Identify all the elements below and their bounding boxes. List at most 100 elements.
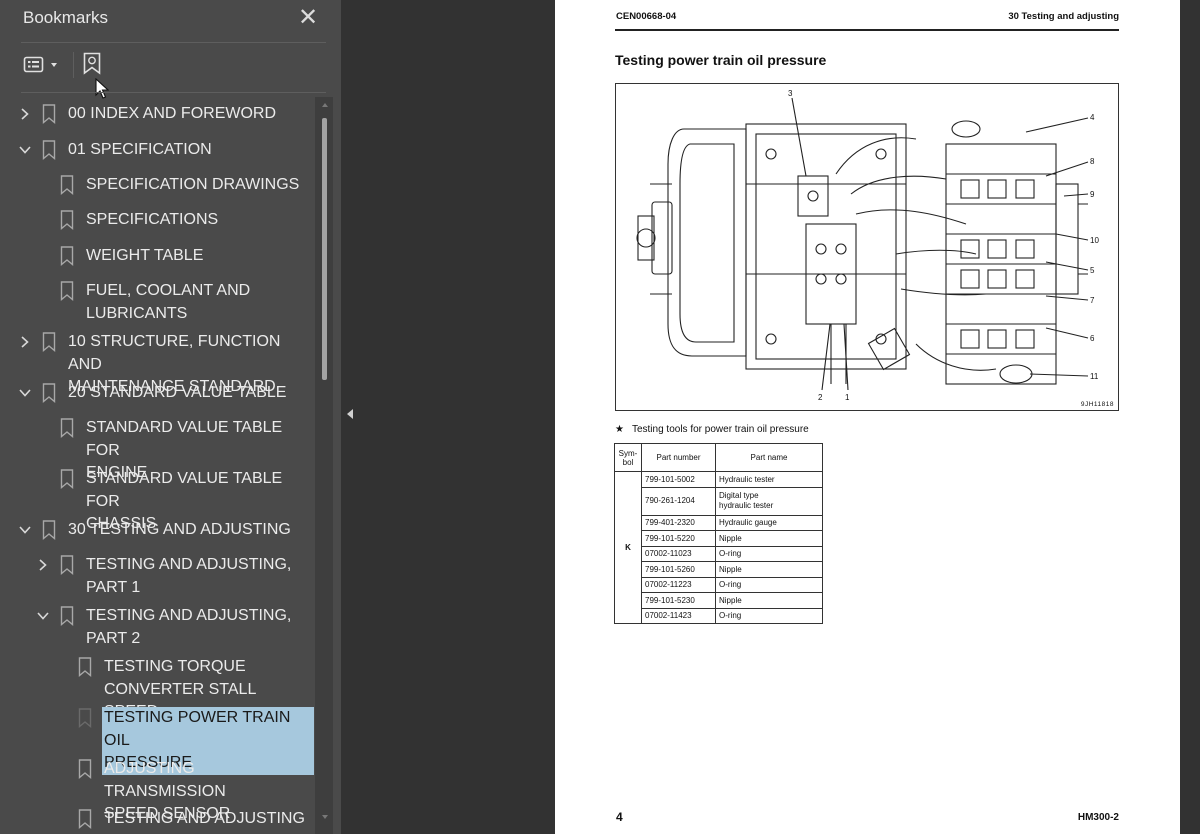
bookmark-icon — [60, 246, 74, 266]
chevron-right-icon[interactable] — [36, 558, 50, 572]
transmission-drawing: 3 4 8 9 10 5 7 6 11 2 1 — [636, 89, 1099, 402]
bookmark-label: SPECIFICATIONS — [86, 211, 219, 228]
callout-label: 8 — [1090, 157, 1095, 166]
part-name-cell: Nipple — [715, 530, 823, 547]
header-rule — [615, 29, 1119, 31]
bookmark-icon — [42, 520, 56, 540]
part-name-cell: Nipple — [715, 561, 823, 578]
bookmark-item[interactable]: TESTING POWER TRAIN OIL PRESSURE — [0, 706, 314, 775]
bookmark-item[interactable]: TESTING AND ADJUSTING, PART 1 — [0, 553, 314, 599]
bookmark-label: SPECIFICATION DRAWINGS — [86, 176, 300, 193]
chapter-title: 30 Testing and adjusting — [1008, 11, 1119, 22]
bookmark-icon — [60, 555, 74, 575]
bookmark-icon — [60, 175, 74, 195]
part-number-cell: 790-261-1204 — [641, 486, 716, 516]
part-name-cell: O-ring — [715, 607, 823, 624]
bookmark-icon — [60, 281, 74, 301]
bookmark-icon — [60, 606, 74, 626]
part-number-cell: 07002-11223 — [641, 576, 716, 593]
bookmark-item[interactable]: TESTING AND ADJUSTING — [0, 807, 314, 831]
bookmark-icon — [78, 809, 92, 829]
add-bookmark-button[interactable] — [82, 52, 104, 78]
chevron-right-icon[interactable] — [18, 107, 32, 121]
collapse-panel-button[interactable] — [343, 400, 359, 428]
bookmark-item[interactable]: TESTING TORQUE CONVERTER STALL SPEED — [0, 655, 314, 720]
symbol-cell: K — [614, 471, 642, 624]
bookmark-item[interactable]: 30 TESTING AND ADJUSTING — [0, 518, 314, 542]
divider — [21, 42, 326, 43]
table-row: 790-261-1204 Digital type hydraulic teste… — [615, 486, 823, 516]
bookmark-add-icon — [83, 52, 101, 75]
part-name-cell: O-ring — [715, 576, 823, 593]
chevron-right-icon[interactable] — [18, 335, 32, 349]
bookmark-icon — [42, 104, 56, 124]
document-page: CEN00668-04 30 Testing and adjusting Tes… — [555, 0, 1180, 834]
bookmark-label: 30 TESTING AND ADJUSTING — [68, 521, 291, 538]
bookmark-item[interactable]: WEIGHT TABLE — [0, 244, 314, 268]
callout-label: 6 — [1090, 334, 1095, 343]
header-symbol: Sym- bol — [614, 443, 642, 472]
bookmark-item[interactable]: SPECIFICATIONS — [0, 208, 314, 232]
figure-id: 9JH11818 — [1080, 401, 1114, 408]
star-icon: ★ — [615, 424, 624, 435]
bookmark-item[interactable]: 01 SPECIFICATION — [0, 138, 314, 162]
bookmark-options-button[interactable] — [23, 54, 63, 76]
bookmark-icon — [60, 418, 74, 438]
bookmark-item[interactable]: FUEL, COOLANT AND LUBRICANTS — [0, 279, 314, 325]
bookmark-item[interactable]: TESTING AND ADJUSTING, PART 2 — [0, 604, 314, 650]
bookmark-label: 01 SPECIFICATION — [68, 141, 212, 158]
bookmark-item[interactable]: 00 INDEX AND FOREWORD — [0, 102, 314, 126]
header-part-number: Part number — [641, 443, 716, 472]
scroll-up-arrow-icon[interactable] — [320, 100, 330, 110]
bookmark-item[interactable]: STANDARD VALUE TABLE FOR CHASSIS — [0, 467, 314, 532]
part-number-cell: 799-101-5230 — [641, 592, 716, 609]
bookmark-label: 00 INDEX AND FOREWORD — [68, 105, 277, 122]
callout-label: 5 — [1090, 266, 1095, 275]
chevron-down-icon[interactable] — [18, 386, 32, 400]
bookmark-item[interactable]: ADJUSTING TRANSMISSION SPEED SENSOR — [0, 757, 314, 822]
close-icon[interactable]: ✕ — [298, 4, 318, 32]
table-row: 799-101-5230 Nipple — [615, 592, 823, 609]
table-row: 799-101-5220 Nipple — [615, 530, 823, 547]
tools-table-body: K 799-101-5002 Hydraulic tester 790-261-120… — [614, 471, 823, 624]
section-title: Testing power train oil pressure — [615, 52, 827, 68]
part-name-cell: O-ring — [715, 545, 823, 562]
chevron-down-icon[interactable] — [18, 523, 32, 537]
callout-label: 9 — [1090, 190, 1095, 199]
bookmark-label: TESTING AND ADJUSTING, PART 2 — [86, 607, 292, 647]
bookmark-item[interactable]: 20 STANDARD VALUE TABLE — [0, 381, 314, 405]
scroll-down-arrow-icon[interactable] — [320, 812, 330, 822]
bookmark-icon — [42, 383, 56, 403]
header-part-name: Part name — [715, 443, 823, 472]
bookmark-icon — [78, 708, 92, 728]
bookmarks-panel: Bookmarks ✕ 00 INDEX AND FOREWORD 01 SPEC… — [0, 0, 341, 834]
table-row: 07002-11423 O-ring — [615, 607, 823, 624]
scrollbar-thumb[interactable] — [322, 118, 327, 380]
table-row: 07002-11223 O-ring — [615, 576, 823, 593]
part-name-cell: Hydraulic tester — [715, 471, 823, 488]
bookmark-item[interactable]: STANDARD VALUE TABLE FOR ENGINE — [0, 416, 314, 481]
part-number-cell: 799-101-5260 — [641, 561, 716, 578]
bookmark-label: 20 STANDARD VALUE TABLE — [68, 384, 287, 401]
callout-label: 11 — [1090, 372, 1099, 381]
page-number: 4 — [616, 810, 623, 824]
bookmark-item[interactable]: 10 STRUCTURE, FUNCTION AND MAINTENANCE S… — [0, 330, 314, 395]
table-row: 799-401-2320 Hydraulic gauge — [615, 514, 823, 531]
part-name-cell: Hydraulic gauge — [715, 514, 823, 531]
table-row: K 799-101-5002 Hydraulic tester — [614, 471, 823, 624]
model-number: HM300-2 — [1077, 812, 1119, 823]
panel-title: Bookmarks — [23, 8, 109, 27]
callout-label: 7 — [1090, 296, 1095, 305]
chevron-down-icon[interactable] — [18, 143, 32, 157]
divider — [21, 92, 326, 93]
bookmark-icon — [42, 140, 56, 160]
callout-label: 1 — [845, 393, 850, 402]
bookmark-icon — [78, 759, 92, 779]
doc-code: CEN00668-04 — [616, 11, 677, 22]
table-row: 799-101-5260 Nipple — [615, 561, 823, 578]
callout-label: 3 — [788, 89, 793, 98]
part-name-cell: Nipple — [715, 592, 823, 609]
bookmark-label: TESTING AND ADJUSTING — [104, 810, 305, 827]
bookmark-item[interactable]: SPECIFICATION DRAWINGS — [0, 173, 314, 197]
chevron-down-icon[interactable] — [36, 609, 50, 623]
